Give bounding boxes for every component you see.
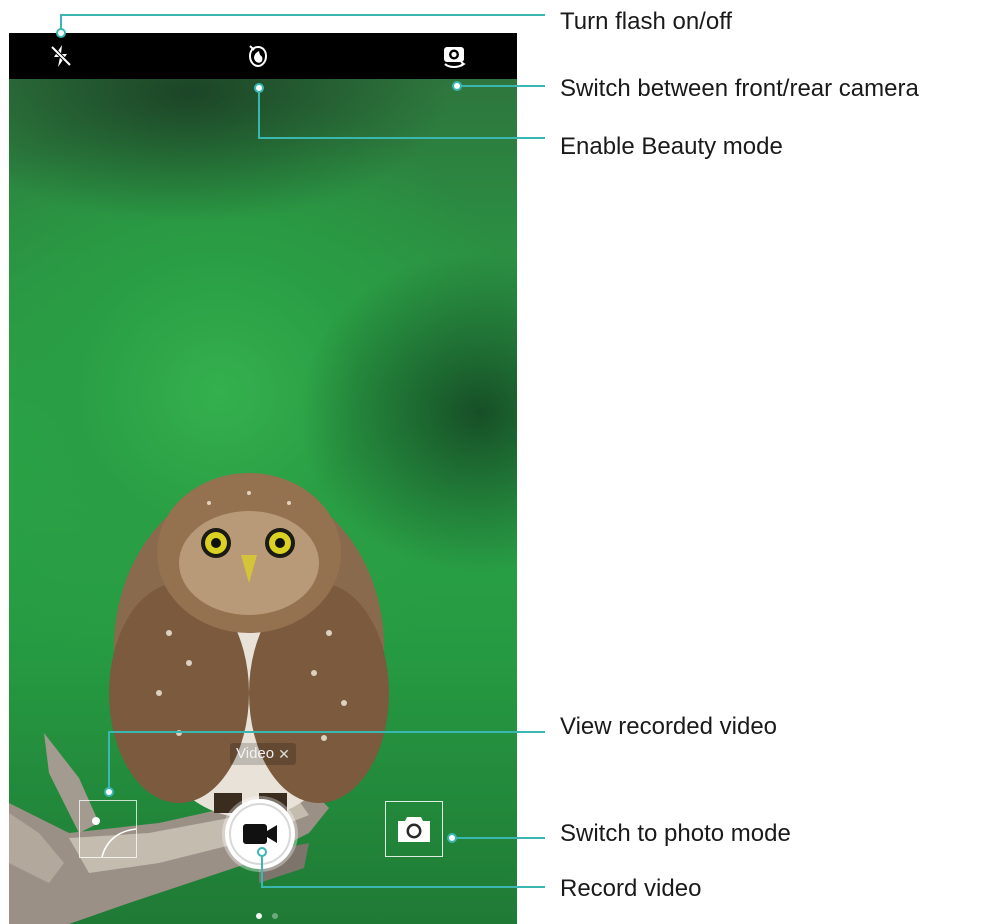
mode-pager bbox=[256, 913, 278, 919]
callout-view-video: View recorded video bbox=[560, 713, 778, 740]
video-thumbnail-button[interactable] bbox=[79, 800, 137, 858]
camera-icon bbox=[398, 817, 430, 842]
video-camera-icon bbox=[243, 824, 277, 844]
callout-switch-camera: Switch between front/rear camera bbox=[560, 75, 919, 102]
callout-photo-mode: Switch to photo mode bbox=[560, 820, 791, 847]
callout-record: Record video bbox=[560, 875, 702, 902]
owl-photo bbox=[9, 473, 389, 924]
camera-topbar bbox=[9, 33, 517, 79]
callout-beauty: Enable Beauty mode bbox=[560, 133, 783, 160]
mode-chip-label: Video bbox=[236, 745, 275, 762]
close-icon[interactable]: ✕ bbox=[278, 743, 290, 765]
thumbnail-preview-icon bbox=[92, 817, 137, 858]
camera-viewfinder[interactable]: Video ✕ bbox=[9, 33, 517, 924]
pager-dot-active[interactable] bbox=[256, 913, 262, 919]
video-mode-chip[interactable]: Video ✕ bbox=[230, 743, 296, 765]
switch-camera-icon[interactable] bbox=[439, 41, 469, 71]
record-video-button[interactable] bbox=[225, 799, 295, 869]
callout-flash: Turn flash on/off bbox=[560, 8, 733, 35]
flash-off-icon[interactable] bbox=[46, 41, 76, 71]
flash-callout-line bbox=[60, 14, 545, 33]
photo-mode-button[interactable] bbox=[385, 801, 443, 857]
beauty-icon[interactable] bbox=[243, 41, 273, 71]
pager-dot[interactable] bbox=[272, 913, 278, 919]
